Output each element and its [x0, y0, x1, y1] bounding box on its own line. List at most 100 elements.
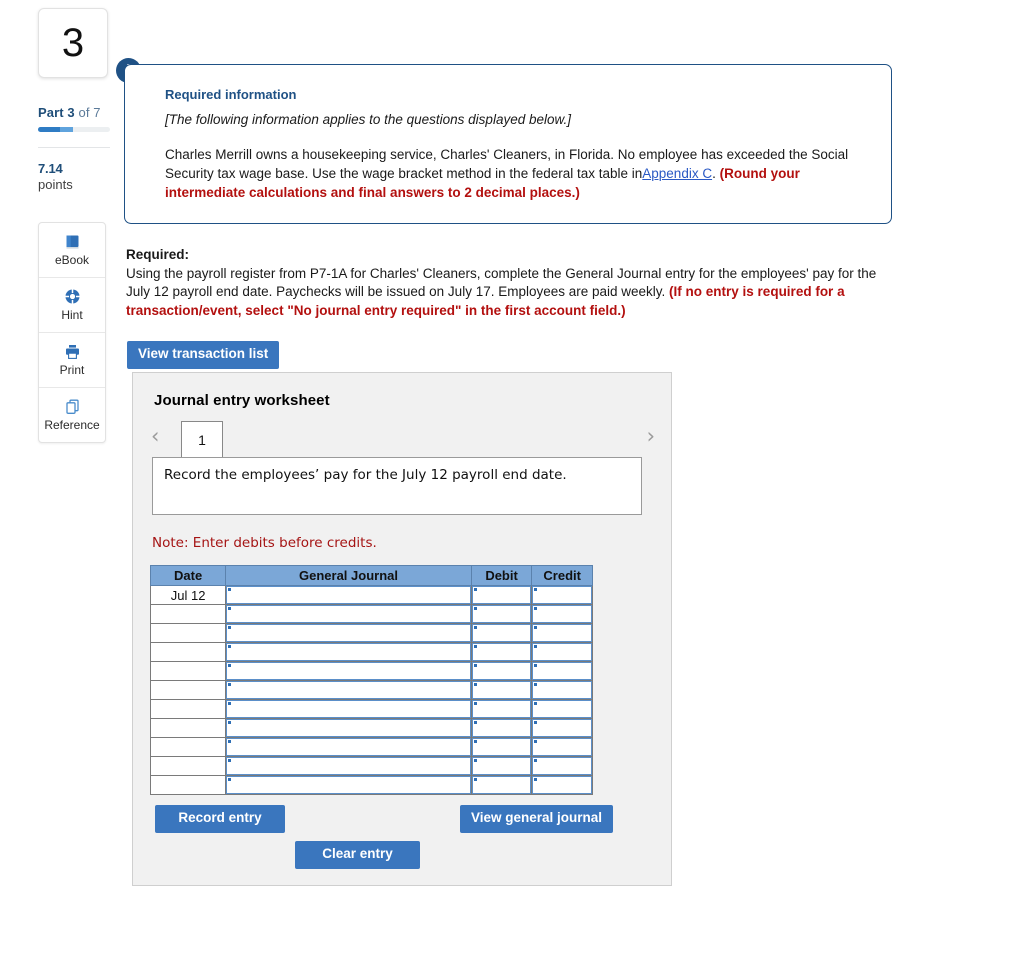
input-general-journal[interactable] — [226, 643, 471, 661]
input-debit[interactable] — [471, 586, 532, 604]
input-credit[interactable] — [532, 757, 592, 775]
input-debit[interactable] — [471, 776, 532, 794]
input-general-journal[interactable] — [226, 681, 471, 699]
cell-general-journal[interactable] — [225, 680, 472, 700]
cell-date[interactable] — [149, 775, 227, 795]
chevron-left-icon[interactable]: ‹ — [151, 426, 159, 447]
table-row — [149, 737, 593, 757]
cell-credit[interactable] — [531, 661, 593, 681]
cell-general-journal[interactable] — [225, 585, 472, 605]
tool-button-reference[interactable]: Reference — [39, 388, 105, 442]
cell-general-journal[interactable] — [225, 642, 472, 662]
input-debit[interactable] — [471, 757, 532, 775]
view-transaction-list-button[interactable]: View transaction list — [127, 341, 280, 369]
view-general-journal-button[interactable]: View general journal — [460, 805, 614, 833]
cell-credit[interactable] — [531, 604, 593, 624]
column-header-credit: Credit — [531, 565, 593, 586]
input-general-journal[interactable] — [226, 719, 471, 737]
worksheet-tab-1[interactable]: 1 — [181, 421, 223, 457]
cell-debit[interactable] — [470, 642, 533, 662]
cell-debit[interactable] — [470, 718, 533, 738]
book-icon — [64, 234, 81, 250]
cell-general-journal[interactable] — [225, 604, 472, 624]
required-heading: Required: — [126, 247, 190, 262]
record-entry-button[interactable]: Record entry — [155, 805, 285, 833]
input-credit[interactable] — [532, 700, 592, 718]
cell-credit[interactable] — [531, 623, 593, 643]
cell-debit[interactable] — [470, 680, 533, 700]
input-credit[interactable] — [532, 738, 592, 756]
cell-date[interactable] — [149, 642, 227, 662]
cell-date[interactable] — [149, 680, 227, 700]
input-general-journal[interactable] — [226, 757, 471, 775]
tool-button-ebook[interactable]: eBook — [39, 223, 105, 278]
cell-debit[interactable] — [470, 623, 533, 643]
cell-credit[interactable] — [531, 699, 593, 719]
cell-general-journal[interactable] — [225, 718, 472, 738]
cell-debit[interactable] — [470, 699, 533, 719]
cell-general-journal[interactable] — [225, 756, 472, 776]
input-debit[interactable] — [471, 700, 532, 718]
cell-credit[interactable] — [531, 680, 593, 700]
cell-date[interactable] — [149, 699, 227, 719]
cell-date[interactable] — [149, 604, 227, 624]
table-row — [149, 661, 593, 681]
input-credit[interactable] — [532, 681, 592, 699]
cell-debit[interactable] — [470, 585, 533, 605]
input-general-journal[interactable] — [226, 605, 471, 623]
cell-debit[interactable] — [470, 756, 533, 776]
part-prefix: Part — [38, 105, 64, 120]
input-general-journal[interactable] — [226, 776, 471, 794]
cell-general-journal[interactable] — [225, 737, 472, 757]
cell-credit[interactable] — [531, 642, 593, 662]
input-debit[interactable] — [471, 681, 532, 699]
cell-debit[interactable] — [470, 661, 533, 681]
input-credit[interactable] — [532, 605, 592, 623]
ri-body-sep: . — [712, 166, 720, 181]
input-debit[interactable] — [471, 605, 532, 623]
cell-date[interactable] — [149, 718, 227, 738]
input-credit[interactable] — [532, 643, 592, 661]
appendix-c-link[interactable]: Appendix C — [642, 166, 712, 181]
cell-date[interactable] — [149, 623, 227, 643]
tool-button-hint[interactable]: Hint — [39, 278, 105, 333]
cell-date[interactable] — [149, 756, 227, 776]
input-credit[interactable] — [532, 719, 592, 737]
cell-general-journal[interactable] — [225, 661, 472, 681]
clear-entry-button[interactable]: Clear entry — [295, 841, 420, 869]
table-row — [149, 623, 593, 643]
input-credit[interactable] — [532, 662, 592, 680]
input-general-journal[interactable] — [226, 586, 471, 604]
input-debit[interactable] — [471, 662, 532, 680]
input-debit[interactable] — [471, 719, 532, 737]
cell-credit[interactable] — [531, 775, 593, 795]
input-debit[interactable] — [471, 624, 532, 642]
cell-credit[interactable] — [531, 737, 593, 757]
cell-credit[interactable] — [531, 585, 593, 605]
input-general-journal[interactable] — [226, 662, 471, 680]
cell-date[interactable] — [149, 737, 227, 757]
input-general-journal[interactable] — [226, 624, 471, 642]
input-debit[interactable] — [471, 738, 532, 756]
part-of: of 7 — [78, 105, 101, 120]
cell-general-journal[interactable] — [225, 623, 472, 643]
tool-button-print[interactable]: Print — [39, 333, 105, 388]
input-credit[interactable] — [532, 624, 592, 642]
column-header-debit: Debit — [470, 565, 533, 586]
cell-credit[interactable] — [531, 756, 593, 776]
input-general-journal[interactable] — [226, 700, 471, 718]
input-credit[interactable] — [532, 776, 592, 794]
cell-debit[interactable] — [470, 775, 533, 795]
cell-debit[interactable] — [470, 737, 533, 757]
input-debit[interactable] — [471, 643, 532, 661]
input-credit[interactable] — [532, 586, 592, 604]
cell-debit[interactable] — [470, 604, 533, 624]
cell-date[interactable]: Jul 12 — [149, 585, 227, 605]
cell-date[interactable] — [149, 661, 227, 681]
table-row: Jul 12 — [149, 585, 593, 605]
input-general-journal[interactable] — [226, 738, 471, 756]
cell-general-journal[interactable] — [225, 699, 472, 719]
cell-general-journal[interactable] — [225, 775, 472, 795]
cell-credit[interactable] — [531, 718, 593, 738]
chevron-right-icon[interactable]: › — [647, 426, 655, 447]
